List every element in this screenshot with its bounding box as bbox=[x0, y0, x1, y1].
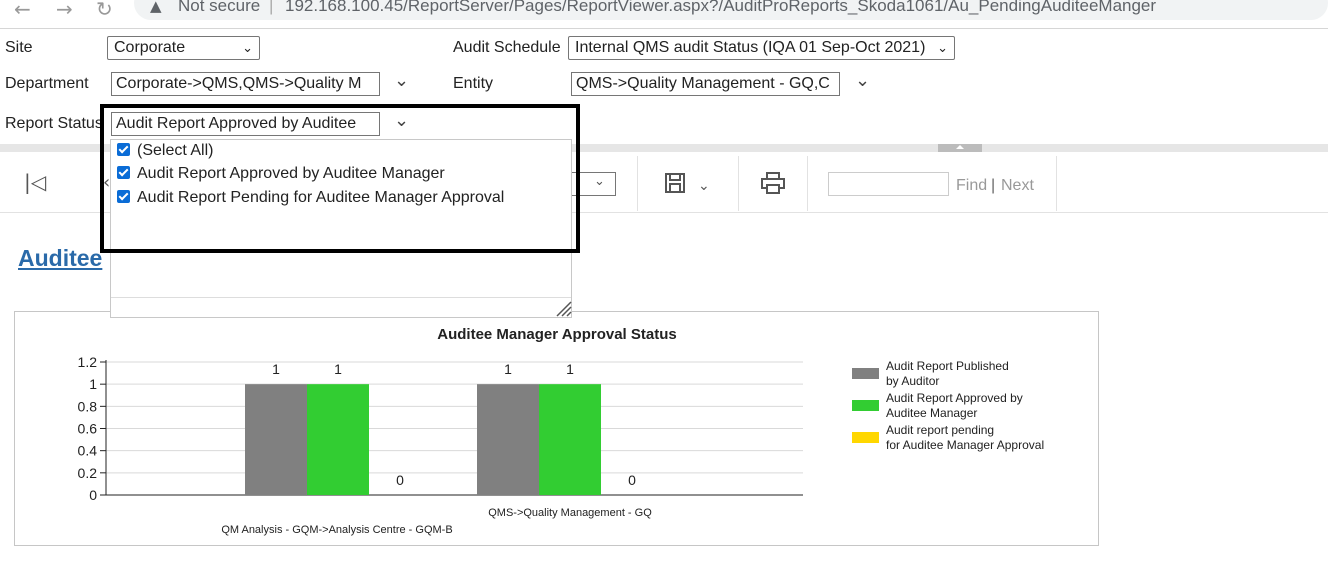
bar bbox=[307, 384, 369, 495]
reload-icon[interactable]: ↻ bbox=[96, 0, 113, 21]
url-text[interactable]: 192.168.100.45/ReportServer/Pages/Report… bbox=[285, 0, 1156, 16]
toolbar-separator bbox=[637, 156, 638, 211]
y-tick-label: 1.2 bbox=[78, 354, 98, 370]
legend-swatch bbox=[852, 400, 879, 411]
x-category-label: QM Analysis - GQM->Analysis Centre - GQM… bbox=[221, 524, 452, 536]
y-tick-label: 0.2 bbox=[78, 465, 98, 481]
y-tick-label: 1 bbox=[89, 376, 97, 392]
bar bbox=[245, 384, 307, 495]
bar-value-label: 0 bbox=[396, 472, 404, 488]
bar-value-label: 1 bbox=[566, 361, 574, 377]
chevron-down-icon: ⌄ bbox=[594, 174, 605, 189]
site-label: Site bbox=[5, 39, 33, 56]
entity-label: Entity bbox=[453, 75, 494, 92]
security-status[interactable]: Not secure bbox=[178, 0, 260, 16]
bar-value-label: 0 bbox=[628, 472, 636, 488]
chart-title: Auditee Manager Approval Status bbox=[437, 326, 677, 343]
save-button[interactable] bbox=[664, 172, 686, 199]
save-icon bbox=[665, 173, 685, 193]
find-separator: | bbox=[991, 177, 996, 194]
highlight-annotation-box bbox=[100, 104, 580, 253]
toolbar-separator bbox=[807, 156, 808, 211]
legend-label: Audit report pending for Auditee Manager … bbox=[886, 423, 1044, 452]
department-value: Corporate->QMS,QMS->Quality M bbox=[116, 75, 362, 92]
toolbar-separator bbox=[1056, 156, 1057, 211]
legend-swatch bbox=[852, 368, 879, 379]
audit-schedule-label: Audit Schedule bbox=[453, 39, 561, 56]
entity-dropdown-icon[interactable]: ⌄ bbox=[855, 70, 870, 91]
legend-swatch bbox=[852, 432, 879, 443]
warning-icon[interactable]: ▲ bbox=[150, 0, 162, 15]
toolbar-separator bbox=[738, 156, 739, 211]
site-select[interactable]: Corporate ⌄ bbox=[107, 36, 260, 60]
print-icon bbox=[761, 172, 785, 194]
x-category-label: QMS->Quality Management - GQ bbox=[488, 507, 652, 519]
audit-schedule-value: Internal QMS audit Status (IQA 01 Sep-Oc… bbox=[575, 39, 926, 56]
chevron-down-icon: ⌄ bbox=[242, 41, 253, 56]
report-title-link[interactable]: Auditee bbox=[18, 245, 102, 272]
bar bbox=[539, 384, 601, 495]
entity-value: QMS->Quality Management - GQ,C bbox=[576, 75, 830, 92]
y-tick-label: 0.8 bbox=[78, 398, 98, 414]
resize-grip-icon[interactable] bbox=[554, 299, 572, 317]
back-icon[interactable]: ← bbox=[14, 0, 31, 21]
department-field[interactable]: Corporate->QMS,QMS->Quality M bbox=[111, 72, 380, 96]
department-dropdown-icon[interactable]: ⌄ bbox=[394, 70, 409, 91]
bar-value-label: 1 bbox=[334, 361, 342, 377]
y-tick-label: 0.6 bbox=[78, 421, 98, 437]
entity-field[interactable]: QMS->Quality Management - GQ,C bbox=[571, 72, 840, 96]
audit-schedule-select[interactable]: Internal QMS audit Status (IQA 01 Sep-Oc… bbox=[568, 36, 955, 60]
legend-label: Audit Report Approved by Auditee Manager bbox=[886, 391, 1023, 420]
site-select-value: Corporate bbox=[114, 39, 186, 56]
y-tick-label: 0 bbox=[89, 487, 97, 503]
bar bbox=[477, 384, 539, 495]
collapse-parameters-button[interactable] bbox=[938, 144, 982, 152]
find-link[interactable]: Find bbox=[956, 177, 987, 195]
legend-label: Audit Report Published by Auditor bbox=[886, 359, 1009, 388]
address-bar-divider bbox=[0, 28, 1328, 29]
chevron-down-icon: ⌄ bbox=[937, 41, 948, 56]
print-button[interactable] bbox=[761, 172, 785, 199]
department-label: Department bbox=[5, 75, 89, 92]
approval-status-chart: Auditee Manager Approval Status 0 0.2 0.4 0.… bbox=[78, 326, 1045, 536]
next-link[interactable]: Next bbox=[1001, 177, 1034, 195]
chevron-down-icon[interactable]: ⌄ bbox=[698, 178, 710, 194]
report-status-label: Report Status bbox=[5, 115, 103, 132]
bar-value-label: 1 bbox=[504, 361, 512, 377]
first-page-icon[interactable]: |◁ bbox=[24, 170, 46, 194]
bar-value-label: 1 bbox=[272, 361, 280, 377]
find-input[interactable] bbox=[828, 172, 949, 196]
y-tick-label: 0.4 bbox=[78, 443, 98, 459]
forward-icon[interactable]: → bbox=[56, 0, 73, 21]
dropdown-resize-bar bbox=[111, 297, 571, 298]
url-separator: | bbox=[269, 0, 274, 15]
